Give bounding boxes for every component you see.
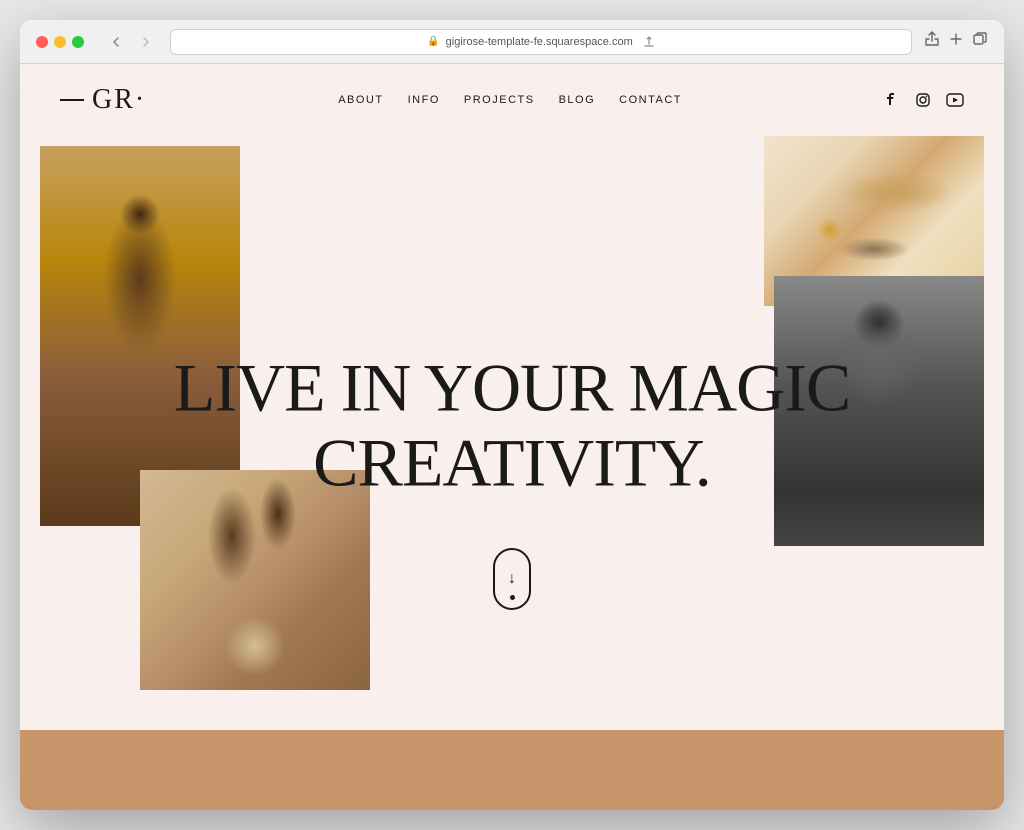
nav-info[interactable]: INFO: [408, 94, 440, 106]
website-content: GR· ABOUT INFO PROJECTS BLOG CONTACT: [20, 64, 1004, 810]
bottom-section: [20, 730, 1004, 810]
traffic-lights: [36, 36, 84, 48]
hero-section: LIVE IN YOUR MAGIC CREATIVITY. ↓: [20, 136, 1004, 730]
photo-woman-bw: [774, 276, 984, 546]
instagram-icon[interactable]: [914, 91, 932, 109]
forward-button[interactable]: [134, 30, 158, 54]
fullscreen-button[interactable]: [72, 36, 84, 48]
scroll-arrow-icon: ↓: [508, 571, 516, 587]
nav-about[interactable]: ABOUT: [338, 94, 383, 106]
nav-blog[interactable]: BLOG: [559, 94, 596, 106]
logo-dash: [60, 99, 84, 101]
youtube-icon[interactable]: [946, 91, 964, 109]
nav-projects[interactable]: PROJECTS: [464, 94, 535, 106]
nav-socials: [882, 91, 964, 109]
photo-flowers: [140, 470, 370, 690]
address-bar[interactable]: 🔒 gigirose-template-fe.squarespace.com: [170, 29, 912, 55]
lock-icon: 🔒: [427, 36, 439, 47]
close-button[interactable]: [36, 36, 48, 48]
windows-button[interactable]: [972, 31, 988, 52]
photo-collage: [20, 136, 1004, 730]
browser-nav: [104, 30, 158, 54]
site-nav: GR· ABOUT INFO PROJECTS BLOG CONTACT: [20, 64, 1004, 136]
nav-links: ABOUT INFO PROJECTS BLOG CONTACT: [338, 94, 682, 106]
scroll-indicator[interactable]: ↓: [493, 548, 531, 610]
share-button[interactable]: [924, 31, 940, 52]
nav-contact[interactable]: CONTACT: [619, 94, 682, 106]
back-button[interactable]: [104, 30, 128, 54]
facebook-icon[interactable]: [882, 91, 900, 109]
site-logo[interactable]: GR·: [60, 84, 146, 116]
photo-woman-coat: [40, 146, 240, 526]
scroll-pill: ↓: [493, 548, 531, 610]
url-text: gigirose-template-fe.squarespace.com: [446, 36, 633, 48]
minimize-button[interactable]: [54, 36, 66, 48]
logo-text: GR·: [92, 84, 146, 116]
browser-actions: [924, 31, 988, 52]
new-tab-button[interactable]: [948, 31, 964, 52]
browser-chrome: 🔒 gigirose-template-fe.squarespace.com: [20, 20, 1004, 64]
browser-window: 🔒 gigirose-template-fe.squarespace.com: [20, 20, 1004, 810]
scroll-dot: [510, 595, 515, 600]
